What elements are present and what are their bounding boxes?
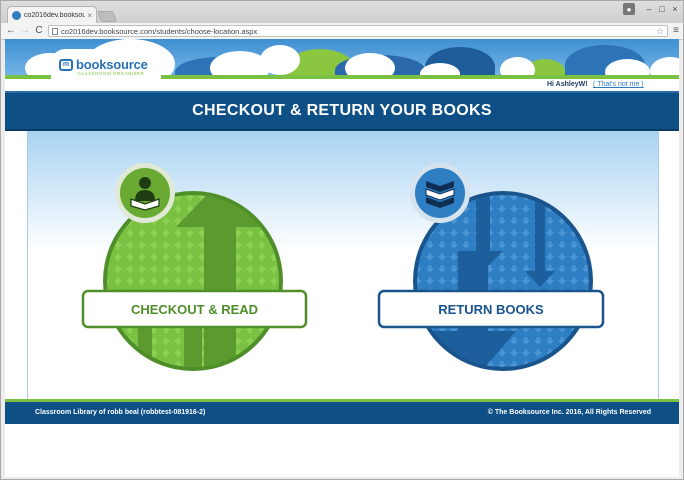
return-books-label: RETURN BOOKS [438,302,544,317]
logo-name: booksource [76,57,148,72]
tab-title: co2016dev.booksource.co [24,11,86,19]
page-icon [52,28,58,35]
library-name: Classroom Library of robb beal (robbtest… [35,409,206,416]
browser-menu-icon[interactable]: ≡ [671,25,681,37]
tab-close-icon[interactable]: × [87,11,92,20]
greeting-bar: Hi AshleyW! ( That's not me ) [5,79,679,91]
logo-tagline: CLASSROOM ORGANIZER [78,71,145,76]
cloud-shape [260,45,300,75]
choice-area: CHECKOUT & READ RETURN BOOKS [27,131,659,399]
minimize-button[interactable]: – [643,3,655,15]
favicon-icon [12,10,21,20]
user-profile-icon[interactable]: ● [623,3,635,15]
reload-button[interactable]: C [33,24,45,37]
new-tab-button[interactable] [96,11,118,22]
url-text: co2016dev.booksource.com/students/choose… [61,27,258,36]
checkout-read-label: CHECKOUT & READ [131,302,258,317]
browser-tab[interactable]: co2016dev.booksource.co × [7,6,97,23]
copyright-text: © The Booksource Inc. 2016, All Rights R… [487,409,651,416]
page-viewport: m booksource CLASSROOM ORGANIZER Hi Ashl… [5,39,679,477]
checkout-read-option[interactable]: CHECKOUT & READ [81,163,308,381]
title-bar: CHECKOUT & RETURN YOUR BOOKS [5,91,679,131]
user-greeting: Hi AshleyW! [547,81,588,88]
logo-book-icon: m [59,59,73,71]
address-bar[interactable]: co2016dev.booksource.com/students/choose… [48,25,668,37]
books-icon-badge [415,168,465,218]
page-title: CHECKOUT & RETURN YOUR BOOKS [192,102,492,119]
header-banner: m booksource CLASSROOM ORGANIZER [5,39,679,79]
forward-button[interactable]: → [19,24,31,37]
page-footer: Classroom Library of robb beal (robbtest… [5,402,679,424]
not-me-link[interactable]: ( That's not me ) [593,81,644,88]
booksource-logo[interactable]: m booksource CLASSROOM ORGANIZER [51,49,161,79]
bookmark-star-icon[interactable]: ☆ [656,26,664,37]
tab-strip: co2016dev.booksource.co × ● – □ × [1,1,683,23]
choice-graphics: CHECKOUT & READ RETURN BOOKS [81,163,605,381]
maximize-button[interactable]: □ [656,3,668,15]
return-books-option[interactable]: RETURN BOOKS [377,163,605,381]
back-button[interactable]: ← [5,24,17,37]
browser-window: co2016dev.booksource.co × ● – □ × ← → C … [0,0,684,480]
close-window-button[interactable]: × [669,3,681,15]
browser-toolbar: ← → C co2016dev.booksource.com/students/… [1,23,683,40]
